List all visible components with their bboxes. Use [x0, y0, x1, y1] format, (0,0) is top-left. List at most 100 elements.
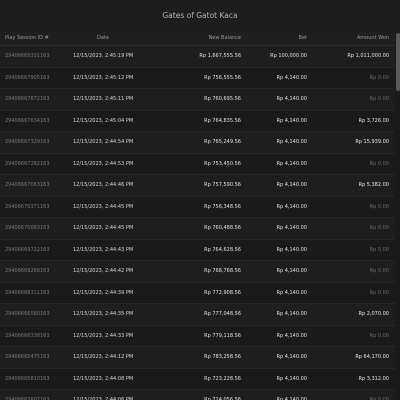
- bet-cell: Rp 4,140.00: [276, 225, 307, 232]
- session-id-cell: 29406667634163: [5, 117, 50, 124]
- bet-cell: Rp 100,000.00: [270, 53, 307, 60]
- new-balance-cell: Rp 765,249.56: [204, 139, 241, 146]
- date-cell: 12/15/2023, 2:45:11 PM: [73, 96, 134, 103]
- header-date: Date: [97, 35, 109, 41]
- table-row[interactable]: 29406665475163 12/15/2023, 2:44:12 PM Rp 7…: [0, 347, 395, 369]
- date-cell: 12/15/2023, 2:44:33 PM: [73, 332, 134, 339]
- date-cell: 12/15/2023, 2:44:53 PM: [73, 160, 134, 167]
- amount-won-cell: Rp 0.00: [369, 332, 389, 339]
- new-balance-cell: Rp 772,908.56: [204, 289, 241, 296]
- amount-won-cell: Rp 0.00: [369, 74, 389, 81]
- new-balance-cell: Rp 764,628.56: [204, 246, 241, 253]
- bet-cell: Rp 4,140.00: [276, 289, 307, 296]
- amount-won-cell: Rp 3,312.00: [358, 375, 389, 382]
- history-window: Gates of Gatot Kaca Play Session ID # Da…: [0, 0, 400, 400]
- bet-cell: Rp 4,140.00: [276, 139, 307, 146]
- session-id-cell: 29406667905163: [5, 74, 50, 81]
- new-balance-cell: Rp 760,488.56: [204, 225, 241, 232]
- table-body: 29406665331163 12/15/2023, 2:45:19 PM Rp 1…: [0, 46, 395, 400]
- table-row[interactable]: 29406667282163 12/15/2023, 2:44:53 PM Rp 7…: [0, 153, 395, 175]
- date-cell: 12/15/2023, 2:44:35 PM: [73, 311, 134, 318]
- date-cell: 12/15/2023, 2:44:12 PM: [73, 354, 134, 361]
- date-cell: 12/15/2023, 2:45:19 PM: [73, 53, 134, 60]
- new-balance-cell: Rp 783,258.56: [204, 354, 241, 361]
- bet-cell: Rp 4,140.00: [276, 160, 307, 167]
- table-row[interactable]: 29406666580163 12/15/2023, 2:44:35 PM Rp 7…: [0, 304, 395, 326]
- amount-won-cell: Rp 0.00: [369, 268, 389, 275]
- session-id-cell: 29406666338163: [5, 332, 50, 339]
- session-id-cell: 29406670063163: [5, 225, 50, 232]
- new-balance-cell: Rp 777,048.56: [204, 311, 241, 318]
- bet-cell: Rp 4,140.00: [276, 74, 307, 81]
- new-balance-cell: Rp 779,118.56: [204, 332, 241, 339]
- session-id-cell: 29406667872163: [5, 96, 50, 103]
- session-id-cell: 29406665475163: [5, 354, 50, 361]
- amount-won-cell: Rp 1,011,000.00: [347, 53, 389, 60]
- date-cell: 12/15/2023, 2:44:45 PM: [73, 203, 134, 210]
- session-id-cell: 29406667329163: [5, 139, 50, 146]
- table-row[interactable]: 29406670063163 12/15/2023, 2:44:45 PM Rp 7…: [0, 218, 395, 240]
- session-id-cell: 29406668311163: [5, 289, 50, 296]
- amount-won-cell: Rp 3,726.00: [358, 117, 389, 124]
- date-cell: 12/15/2023, 2:44:43 PM: [73, 246, 134, 253]
- table-row[interactable]: 29406667063163 12/15/2023, 2:44:46 PM Rp 7…: [0, 175, 395, 197]
- new-balance-cell: Rp 756,348.56: [204, 203, 241, 210]
- amount-won-cell: Rp 2,070.00: [358, 311, 389, 318]
- date-cell: 12/15/2023, 2:44:42 PM: [73, 268, 134, 275]
- table-row[interactable]: 29406668311163 12/15/2023, 2:44:39 PM Rp 7…: [0, 282, 395, 304]
- new-balance-cell: Rp 757,590.56: [204, 182, 241, 189]
- table-row[interactable]: 29406665810163 12/15/2023, 2:44:08 PM Rp 7…: [0, 368, 395, 390]
- amount-won-cell: Rp 0.00: [369, 225, 389, 232]
- header-amount-won: Amount Won: [356, 35, 389, 41]
- header-session-id: Play Session ID #: [5, 35, 49, 41]
- table-row[interactable]: 29406667634163 12/15/2023, 2:45:04 PM Rp 7…: [0, 110, 395, 132]
- history-table: Play Session ID # Date New Balance Bet A…: [0, 31, 395, 400]
- amount-won-cell: Rp 0.00: [369, 203, 389, 210]
- session-id-cell: 29406670371163: [5, 203, 50, 210]
- table-row[interactable]: 29406669722163 12/15/2023, 2:44:43 PM Rp 7…: [0, 239, 395, 261]
- table-row[interactable]: 29406667329163 12/15/2023, 2:44:54 PM Rp 7…: [0, 132, 395, 154]
- date-cell: 12/15/2023, 2:44:45 PM: [73, 225, 134, 232]
- date-cell: 12/15/2023, 2:44:54 PM: [73, 139, 134, 146]
- table-row[interactable]: 29406665331163 12/15/2023, 2:45:19 PM Rp 1…: [0, 46, 395, 68]
- new-balance-cell: Rp 764,835.56: [204, 117, 241, 124]
- table-row[interactable]: 29406670371163 12/15/2023, 2:44:45 PM Rp 7…: [0, 196, 395, 218]
- bet-cell: Rp 4,140.00: [276, 311, 307, 318]
- header-bet: Bet: [298, 35, 307, 41]
- amount-won-cell: Rp 0.00: [369, 96, 389, 103]
- date-cell: 12/15/2023, 2:45:12 PM: [73, 74, 134, 81]
- amount-won-cell: Rp 64,170.00: [355, 354, 389, 361]
- bet-cell: Rp 4,140.00: [276, 375, 307, 382]
- new-balance-cell: Rp 756,555.56: [204, 74, 241, 81]
- date-cell: 12/15/2023, 2:44:39 PM: [73, 289, 134, 296]
- bet-cell: Rp 4,140.00: [276, 117, 307, 124]
- amount-won-cell: Rp 0.00: [369, 160, 389, 167]
- table-row[interactable]: 29406666338163 12/15/2023, 2:44:33 PM Rp 7…: [0, 325, 395, 347]
- bet-cell: Rp 4,140.00: [276, 182, 307, 189]
- bet-cell: Rp 4,140.00: [276, 96, 307, 103]
- table-row[interactable]: 29406667905163 12/15/2023, 2:45:12 PM Rp 7…: [0, 67, 395, 89]
- new-balance-cell: Rp 753,450.56: [204, 160, 241, 167]
- bet-cell: Rp 4,140.00: [276, 332, 307, 339]
- bet-cell: Rp 4,140.00: [276, 203, 307, 210]
- date-cell: 12/15/2023, 2:44:08 PM: [73, 375, 134, 382]
- table-row[interactable]: 2940666760716312/15/2023, 2:44:06 PMRp 7…: [0, 390, 395, 400]
- session-id-cell: 29406665331163: [5, 53, 50, 60]
- session-id-cell: 29406665810163: [5, 375, 50, 382]
- new-balance-cell: Rp 1,667,555.56: [199, 53, 241, 60]
- amount-won-cell: Rp 5,382.00: [358, 182, 389, 189]
- scrollbar-thumb[interactable]: [396, 33, 400, 91]
- table-row[interactable]: 29406667872163 12/15/2023, 2:45:11 PM Rp 7…: [0, 89, 395, 111]
- new-balance-cell: Rp 760,695.56: [204, 96, 241, 103]
- session-id-cell: 29406669722163: [5, 246, 50, 253]
- amount-won-cell: Rp 0.00: [369, 246, 389, 253]
- session-id-cell: 29406667282163: [5, 160, 50, 167]
- new-balance-cell: Rp 723,228.56: [204, 375, 241, 382]
- session-id-cell: 29406667063163: [5, 182, 50, 189]
- bet-cell: Rp 4,140.00: [276, 268, 307, 275]
- table-row[interactable]: 29406669269163 12/15/2023, 2:44:42 PM Rp 7…: [0, 261, 395, 283]
- new-balance-cell: Rp 768,768.56: [204, 268, 241, 275]
- bet-cell: Rp 4,140.00: [276, 246, 307, 253]
- window-title: Gates of Gatot Kaca: [0, 0, 400, 32]
- date-cell: 12/15/2023, 2:44:46 PM: [73, 182, 134, 189]
